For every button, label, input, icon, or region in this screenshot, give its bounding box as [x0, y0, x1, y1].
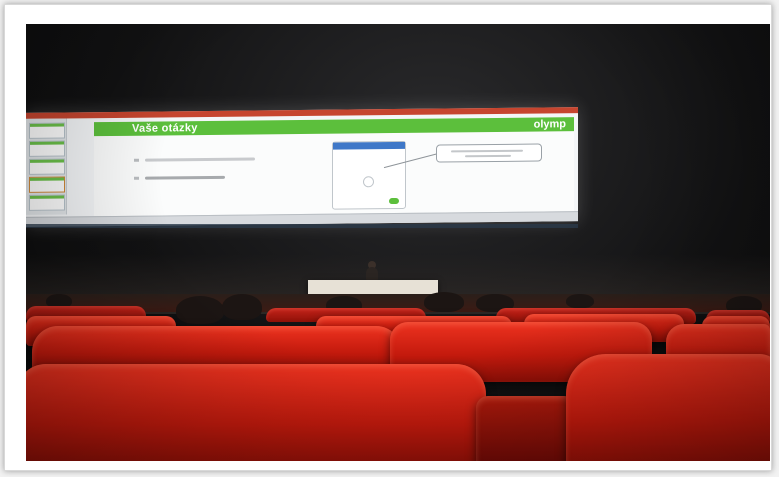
slide-bullet — [134, 154, 255, 163]
taskbar-strip — [26, 224, 578, 228]
send-button-icon — [389, 197, 399, 205]
slide-title: Vaše otázky — [132, 122, 198, 135]
audience-head — [176, 296, 224, 324]
slide-thumbnail — [29, 140, 65, 157]
slide-thumbnail — [29, 194, 65, 211]
speaker — [366, 267, 378, 281]
photo-frame: Vaše otázky olymp — [4, 4, 772, 471]
slide-thumbnail — [29, 158, 65, 175]
slide-thumbnail — [29, 122, 65, 139]
audience-head — [566, 294, 594, 308]
slide-thumbnail-panel — [26, 118, 67, 215]
audience-head — [424, 292, 464, 312]
slide-bullet — [134, 173, 225, 182]
audience-head — [222, 294, 262, 320]
auditorium-photo: Vaše otázky olymp — [26, 24, 770, 461]
seat — [26, 364, 486, 461]
slide-callout-box — [436, 143, 542, 163]
current-slide: Vaše otázky olymp — [94, 117, 574, 217]
slide-logo: olymp — [533, 118, 566, 131]
phone-mockup-icon — [332, 140, 406, 210]
seat — [566, 354, 770, 461]
seat — [476, 396, 576, 461]
slide-thumbnail-active — [29, 176, 65, 193]
slide-header-bar: Vaše otázky olymp — [94, 117, 574, 137]
projection-screen: Vaše otázky olymp — [26, 107, 578, 227]
